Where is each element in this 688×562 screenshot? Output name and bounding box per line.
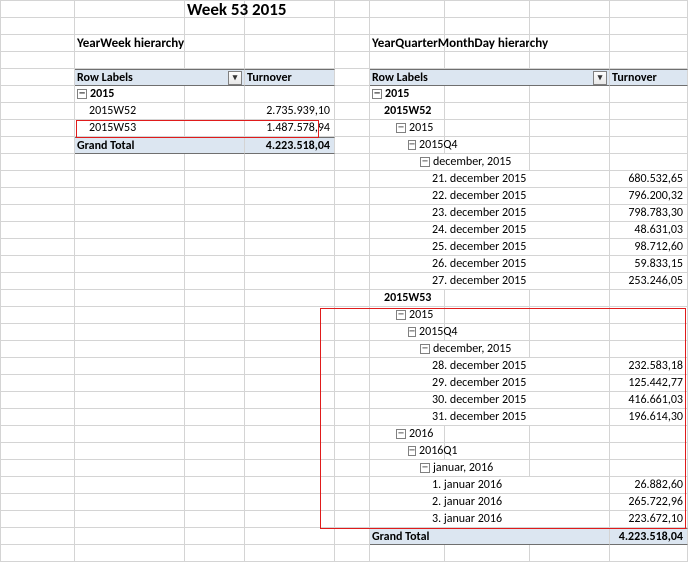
right-d28-value: 232.583,18 [610, 358, 688, 375]
left-w52-value: 2.735.939,10 [245, 103, 335, 120]
collapse-icon[interactable]: − [372, 89, 382, 99]
filter-icon[interactable]: ▾ [228, 71, 242, 85]
right-w53-dec[interactable]: −december, 2015 [370, 341, 530, 358]
collapse-icon[interactable]: − [77, 89, 87, 99]
right-j2-label: 2. januar 2016 [370, 494, 610, 511]
left-grand-value: 4.223.518,04 [245, 137, 335, 154]
right-w52-q4[interactable]: −2015Q4 [370, 137, 445, 154]
right-j3-value: 223.672,10 [610, 511, 688, 528]
collapse-icon[interactable]: − [408, 140, 416, 150]
left-w53-value: 1.487.578,94 [245, 120, 335, 137]
right-d27-value: 253.246,05 [610, 273, 688, 290]
right-w52-2015[interactable]: −2015 [370, 120, 445, 137]
right-w53-jan[interactable]: −januar, 2016 [370, 460, 530, 477]
right-w53-q4[interactable]: −2015Q4 [370, 324, 445, 341]
page-title: Week 53 2015 [185, 1, 245, 18]
left-turnover-header: Turnover [245, 69, 335, 86]
collapse-icon[interactable]: − [408, 446, 416, 456]
right-d29-value: 125.442,77 [610, 375, 688, 392]
left-grand-label: Grand Total [75, 137, 245, 154]
right-d25-value: 98.712,60 [610, 239, 688, 256]
right-2015[interactable]: −2015 [370, 86, 445, 103]
right-w53-q1[interactable]: −2016Q1 [370, 443, 445, 460]
right-w52: 2015W52 [370, 103, 445, 120]
right-grand-label: Grand Total [370, 528, 610, 545]
right-w53: 2015W53 [370, 290, 445, 307]
filter-icon[interactable]: ▾ [593, 71, 607, 85]
right-d29-label: 29. december 2015 [370, 375, 610, 392]
left-w53-label: 2015W53 [75, 120, 185, 137]
right-j1-label: 1. januar 2016 [370, 477, 610, 494]
right-j2-value: 265.722,96 [610, 494, 688, 511]
right-d27-label: 27. december 2015 [370, 273, 610, 290]
right-d26-label: 26. december 2015 [370, 256, 610, 273]
right-rowlabels-header[interactable]: Row Labels ▾ [370, 69, 610, 86]
right-d30-value: 416.661,03 [610, 392, 688, 409]
right-d31-label: 31. december 2015 [370, 409, 610, 426]
collapse-icon[interactable]: − [408, 327, 416, 337]
collapse-icon[interactable]: − [396, 310, 406, 320]
right-turnover-header: Turnover [610, 69, 688, 86]
right-d23-value: 798.783,30 [610, 205, 688, 222]
right-d25-label: 25. december 2015 [370, 239, 610, 256]
right-d30-label: 30. december 2015 [370, 392, 610, 409]
right-d22-value: 796.200,32 [610, 188, 688, 205]
right-d31-value: 196.614,30 [610, 409, 688, 426]
right-d21-label: 21. december 2015 [370, 171, 610, 188]
right-w53-2015[interactable]: −2015 [370, 307, 445, 324]
right-d28-label: 28. december 2015 [370, 358, 610, 375]
right-d22-label: 22. december 2015 [370, 188, 610, 205]
left-2015[interactable]: −2015 [75, 86, 185, 103]
collapse-icon[interactable]: − [420, 344, 430, 354]
right-w53-2016[interactable]: −2016 [370, 426, 445, 443]
spreadsheet-grid: Week 53 2015 YearWeek hierarchy YearQuar… [0, 0, 688, 562]
right-d26-value: 59.833,15 [610, 256, 688, 273]
right-j1-value: 26.882,60 [610, 477, 688, 494]
collapse-icon[interactable]: − [420, 157, 430, 167]
right-section-header: YearQuarterMonthDay hierarchy [370, 35, 445, 52]
right-j3-label: 3. januar 2016 [370, 511, 610, 528]
right-d24-label: 24. december 2015 [370, 222, 610, 239]
left-w52-label: 2015W52 [75, 103, 185, 120]
collapse-icon[interactable]: − [420, 463, 430, 473]
right-w52-dec[interactable]: −december, 2015 [370, 154, 530, 171]
left-rowlabels-header[interactable]: Row Labels ▾ [75, 69, 245, 86]
right-grand-value: 4.223.518,04 [610, 528, 688, 545]
right-d23-label: 23. december 2015 [370, 205, 610, 222]
collapse-icon[interactable]: − [396, 123, 406, 133]
left-section-header: YearWeek hierarchy [75, 35, 185, 52]
collapse-icon[interactable]: − [396, 429, 406, 439]
right-d21-value: 680.532,65 [610, 171, 688, 188]
right-d24-value: 48.631,03 [610, 222, 688, 239]
